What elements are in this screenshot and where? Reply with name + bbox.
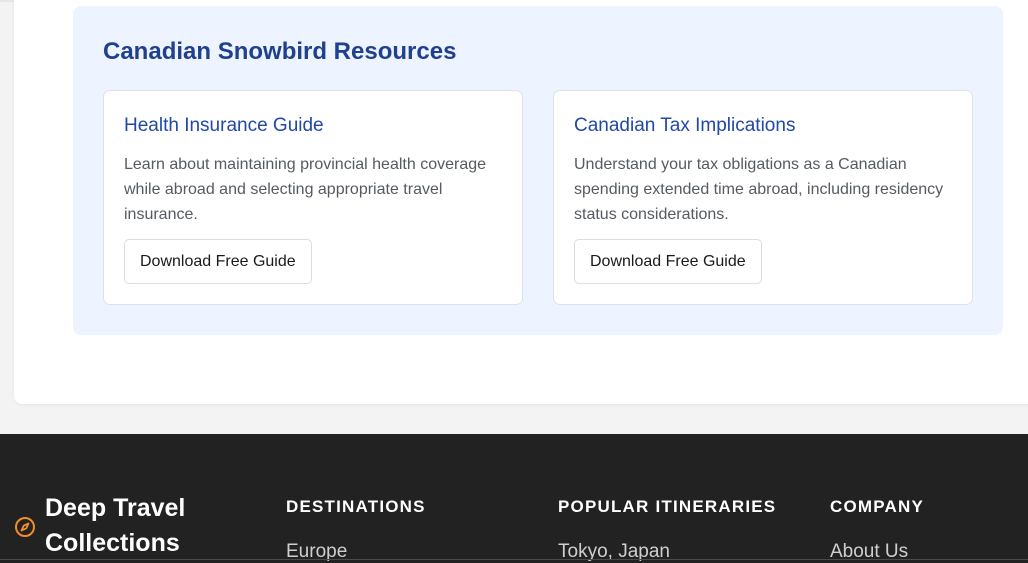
resource-card-title[interactable]: Health Insurance Guide: [124, 115, 324, 137]
resource-card-description: Understand your tax obligations as a Can…: [574, 156, 944, 223]
resource-card-title[interactable]: Canadian Tax Implications: [574, 115, 795, 137]
snowbird-resources-section: Canadian Snowbird Resources Health Insur…: [73, 6, 1003, 335]
footer-brand-name[interactable]: Deep Travel Collections: [45, 491, 245, 561]
footer-divider: [0, 559, 1028, 560]
compass-icon: [14, 516, 36, 538]
download-guide-button[interactable]: Download Free Guide: [574, 239, 762, 284]
resource-card-description: Learn about maintaining provincial healt…: [124, 156, 487, 223]
download-guide-button[interactable]: Download Free Guide: [124, 239, 312, 284]
resource-card-tax-implications: Canadian Tax Implications Understand you…: [553, 90, 973, 305]
footer-heading-popular-itineraries: POPULAR ITINERARIES: [558, 497, 777, 516]
footer-heading-company: COMPANY: [830, 497, 925, 516]
footer-heading-destinations: DESTINATIONS: [286, 497, 426, 516]
resource-card-health-insurance: Health Insurance Guide Learn about maint…: [103, 90, 523, 305]
section-title: Canadian Snowbird Resources: [103, 38, 457, 65]
